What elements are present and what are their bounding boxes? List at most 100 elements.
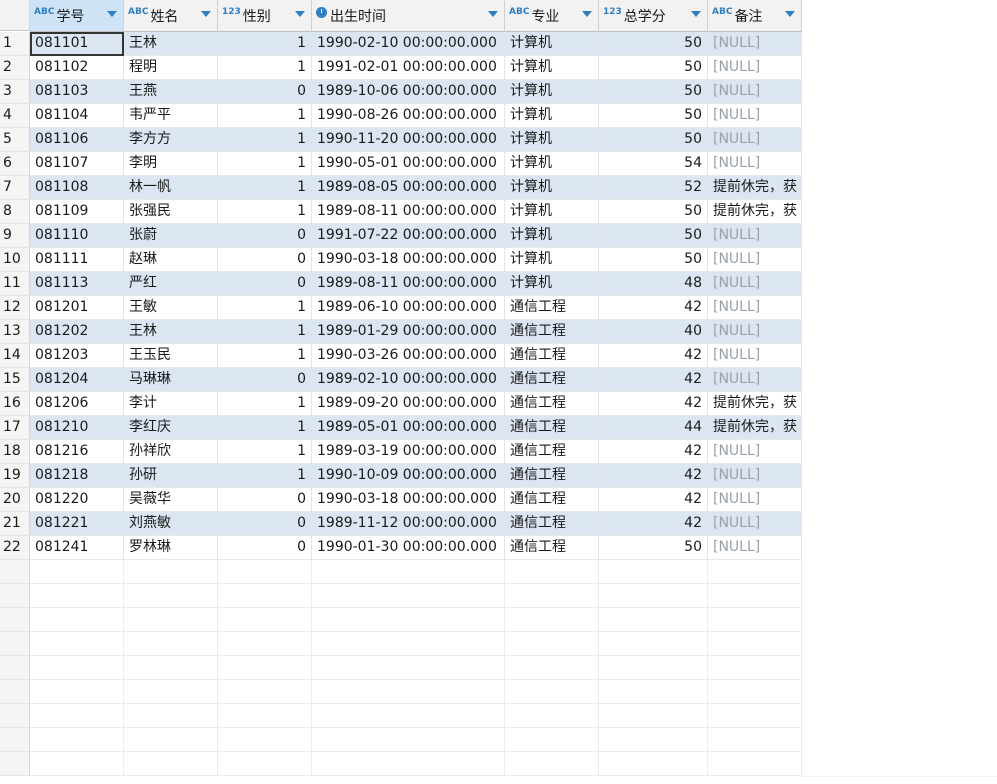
row-number[interactable]: 12 [0,296,30,320]
table-cell[interactable]: 0 [218,224,312,248]
table-cell[interactable]: 081104 [30,104,124,128]
table-cell[interactable]: 1989-08-05 00:00:00.000 [312,176,505,200]
table-cell[interactable]: [NULL] [708,440,802,464]
table-cell[interactable]: 081210 [30,416,124,440]
table-cell[interactable]: 1990-03-18 00:00:00.000 [312,488,505,512]
table-cell[interactable]: 0 [218,512,312,536]
table-cell[interactable]: 提前休完，获 [708,200,802,224]
table-cell[interactable]: [NULL] [708,536,802,560]
table-row[interactable]: 18 081216 孙祥欣 1 1989-03-19 00:00:00.000 通信工程 4… [0,440,997,465]
table-cell[interactable]: 081109 [30,200,124,224]
column-header-major[interactable]: ABC 专业 [505,0,599,32]
table-row[interactable]: 21 081221 刘燕敏 0 1989-11-12 00:00:00.000 通信工程 4… [0,512,997,537]
table-cell[interactable]: 王林 [124,320,218,344]
table-cell[interactable]: [NULL] [708,32,802,56]
table-cell[interactable]: 通信工程 [505,368,599,392]
table-row[interactable]: 4 081104 韦严平 1 1990-08-26 00:00:00.000 计算机 50[… [0,104,997,129]
column-header-total-credits[interactable]: 123 总学分 [599,0,708,32]
row-number[interactable]: 17 [0,416,30,440]
table-cell[interactable]: 1989-01-29 00:00:00.000 [312,320,505,344]
table-row[interactable]: 13 081202 王林 1 1989-01-29 00:00:00.000 通信工程 40… [0,320,997,345]
table-cell[interactable]: 081221 [30,512,124,536]
table-row[interactable]: 14 081203 王玉民 1 1990-03-26 00:00:00.000 通信工程 4… [0,344,997,369]
table-cell[interactable]: 48 [599,272,708,296]
table-row[interactable]: 6 081107 李明 1 1990-05-01 00:00:00.000 计算机 54 [N… [0,152,997,177]
table-cell[interactable]: 1989-05-01 00:00:00.000 [312,416,505,440]
table-cell[interactable]: 罗林琳 [124,536,218,560]
table-row[interactable]: 1 081101 王林 1 1990-02-10 00:00:00.000 计算机 50 [N… [0,32,997,57]
table-cell[interactable]: 081203 [30,344,124,368]
table-cell[interactable]: 李方方 [124,128,218,152]
table-row[interactable]: 8 081109 张强民 1 1989-08-11 00:00:00.000 计算机 50 提… [0,200,997,225]
table-cell[interactable]: 081206 [30,392,124,416]
table-cell[interactable]: 1989-08-11 00:00:00.000 [312,200,505,224]
table-cell[interactable]: 081107 [30,152,124,176]
filter-dropdown-icon[interactable] [201,11,211,17]
table-cell[interactable]: 1 [218,392,312,416]
row-number[interactable]: 8 [0,200,30,224]
table-cell[interactable]: 1989-11-12 00:00:00.000 [312,512,505,536]
table-cell[interactable]: 通信工程 [505,320,599,344]
table-cell[interactable]: [NULL] [708,320,802,344]
table-cell[interactable]: 50 [599,128,708,152]
table-cell[interactable]: 0 [218,80,312,104]
row-number[interactable]: 3 [0,80,30,104]
table-cell[interactable]: 50 [599,200,708,224]
table-cell[interactable]: 54 [599,152,708,176]
row-number[interactable]: 20 [0,488,30,512]
table-cell[interactable]: 提前休完，获 [708,416,802,440]
table-cell[interactable]: 0 [218,536,312,560]
table-cell[interactable]: 1 [218,464,312,488]
table-cell[interactable]: 1 [218,200,312,224]
table-cell[interactable]: 42 [599,368,708,392]
table-cell[interactable]: 50 [599,104,708,128]
table-row[interactable]: 11 081113 严红 0 1989-08-11 00:00:00.000 计算机 48[… [0,272,997,297]
table-cell[interactable]: 1990-01-30 00:00:00.000 [312,536,505,560]
table-cell[interactable]: 081220 [30,488,124,512]
table-cell[interactable]: 计算机 [505,248,599,272]
table-cell[interactable]: 林一帆 [124,176,218,200]
table-row[interactable]: 15 081204 马琳琳 0 1989-02-10 00:00:00.000 通信工程 4… [0,368,997,393]
column-header-birth-time[interactable]: 出生时间 [312,0,505,32]
row-number[interactable]: 18 [0,440,30,464]
table-cell[interactable]: 李红庆 [124,416,218,440]
table-cell[interactable]: 1989-03-19 00:00:00.000 [312,440,505,464]
filter-dropdown-icon[interactable] [107,11,117,17]
table-cell[interactable]: 50 [599,32,708,56]
table-cell[interactable]: 吴薇华 [124,488,218,512]
table-cell[interactable]: 计算机 [505,80,599,104]
row-number[interactable]: 11 [0,272,30,296]
column-header-remarks[interactable]: ABC 备注 [708,0,802,32]
table-cell[interactable]: 提前休完，获 [708,392,802,416]
table-cell[interactable]: 1990-08-26 00:00:00.000 [312,104,505,128]
table-cell[interactable]: 42 [599,392,708,416]
row-number[interactable]: 5 [0,128,30,152]
table-cell[interactable]: 马琳琳 [124,368,218,392]
table-cell[interactable]: 0 [218,248,312,272]
table-cell[interactable]: 计算机 [505,104,599,128]
table-cell[interactable]: 计算机 [505,200,599,224]
row-number[interactable]: 4 [0,104,30,128]
table-cell[interactable]: 1989-06-10 00:00:00.000 [312,296,505,320]
table-cell[interactable]: 通信工程 [505,536,599,560]
table-cell[interactable]: 42 [599,512,708,536]
table-cell[interactable]: 40 [599,320,708,344]
table-cell[interactable]: 王燕 [124,80,218,104]
table-cell[interactable]: 计算机 [505,56,599,80]
table-cell[interactable]: [NULL] [708,488,802,512]
table-cell[interactable]: [NULL] [708,128,802,152]
table-cell[interactable]: 081102 [30,56,124,80]
table-cell[interactable]: 1990-05-01 00:00:00.000 [312,152,505,176]
table-cell[interactable]: 计算机 [505,224,599,248]
table-cell[interactable]: [NULL] [708,272,802,296]
table-row[interactable]: 2 081102 程明 1 1991-02-01 00:00:00.000 计算机 50 [N… [0,56,997,81]
table-cell[interactable]: 王敏 [124,296,218,320]
table-cell[interactable]: 孙研 [124,464,218,488]
table-cell[interactable]: 1 [218,344,312,368]
table-row[interactable]: 12 081201 王敏 1 1989-06-10 00:00:00.000 通信工程 42… [0,296,997,321]
row-number[interactable]: 9 [0,224,30,248]
table-cell[interactable]: [NULL] [708,248,802,272]
table-row[interactable]: 22 081241 罗林琳 0 1990-01-30 00:00:00.000 通信工程 5… [0,536,997,561]
table-cell[interactable]: 1990-03-26 00:00:00.000 [312,344,505,368]
table-cell[interactable]: 44 [599,416,708,440]
